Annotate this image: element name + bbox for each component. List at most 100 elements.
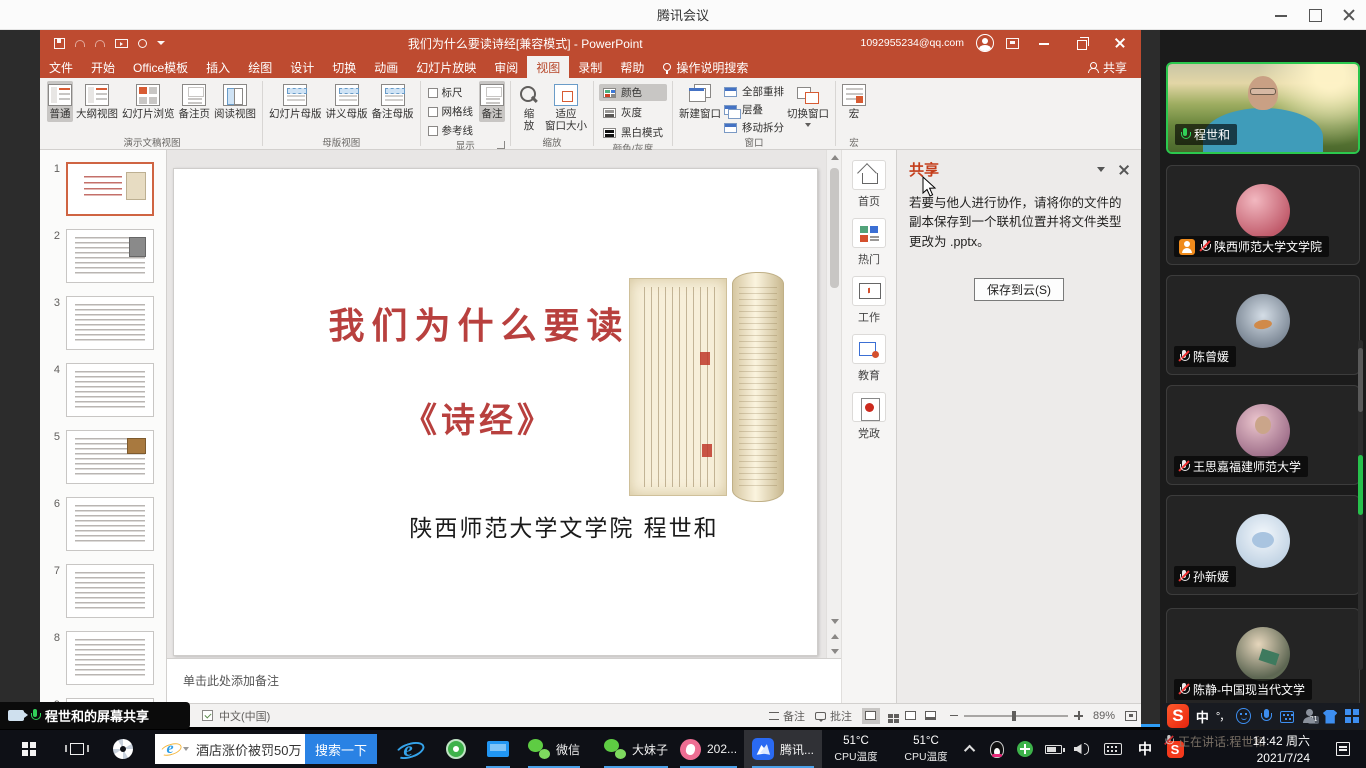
ie-taskbar-button[interactable]: e [388,730,428,768]
thumbnail-row[interactable]: 3 [40,296,166,363]
status-reading-view-button[interactable] [902,708,920,724]
cpu-temp-widget[interactable]: 51°C CPU温度 [822,733,890,765]
guides-checkbox[interactable]: 参考线 [428,123,474,138]
start-slideshow-icon[interactable] [115,39,128,48]
slide-3-thumbnail[interactable] [66,296,154,350]
outline-view-button[interactable]: 大纲视图 [75,81,119,122]
slide-4-thumbnail[interactable] [66,363,154,417]
ribbon-share-button[interactable]: 共享 [1074,56,1141,78]
touch-keyboard-icon[interactable] [1100,730,1126,768]
ppt-restore-icon[interactable] [1069,32,1095,54]
taskbar-clock[interactable]: 14:42 周六 2021/7/24 [1218,733,1310,767]
zoom-slider[interactable] [964,715,1068,717]
handout-master-button[interactable]: 讲义母版 [325,81,369,122]
action-center-button[interactable] [1326,730,1360,768]
dialog-launcher-icon[interactable] [497,141,505,149]
fit-to-window-button[interactable]: 适应 窗口大小 [544,81,588,134]
pink-app-button[interactable]: 202... [672,730,745,768]
tab-review[interactable]: 审阅 [485,56,527,78]
search-headline[interactable]: 酒店涨价被罚50万 [189,740,305,759]
black-white-button[interactable]: 黑白模式 [599,124,667,141]
slide-6-thumbnail[interactable] [66,497,154,551]
spellcheck-icon[interactable] [202,710,213,721]
maximize-icon[interactable] [1298,0,1332,30]
slide-sorter-button[interactable]: 幻灯片浏览 [121,81,176,122]
skin-icon[interactable] [1323,710,1338,724]
taskbar-search-box[interactable]: e 酒店涨价被罚50万 搜索一下 [155,734,377,764]
new-window-button[interactable]: 新建窗口 [678,81,722,122]
qat-dropdown-icon[interactable] [157,41,165,45]
thumbnail-row[interactable]: 2 [40,229,166,296]
macro-button[interactable]: 宏 [841,81,867,122]
status-normal-view-button[interactable] [862,708,880,724]
scrollbar-thumb[interactable] [830,168,839,288]
search-button[interactable]: 搜索一下 [305,734,377,764]
sidebar-item-hot[interactable]: 热门 [852,218,886,267]
arrange-all-button[interactable]: 全部重排 [724,84,784,99]
notes-toggle-button[interactable]: 备注 [479,81,505,122]
previous-slide-icon[interactable] [827,629,842,643]
scroll-up-icon[interactable] [827,150,842,164]
browser-360-button[interactable] [436,730,476,768]
ppt-minimize-icon[interactable] [1031,32,1057,54]
close-icon[interactable] [1332,0,1366,30]
participant-video-tile[interactable]: 陕西师范大学文学院 [1166,165,1360,265]
zoom-slider-thumb[interactable] [1012,711,1016,721]
start-button[interactable] [10,730,48,768]
sidebar-item-home[interactable]: 首页 [852,160,886,209]
switch-windows-button[interactable]: 切换窗口 [786,81,830,129]
soft-keyboard-icon[interactable] [1280,711,1295,723]
slide-7-thumbnail[interactable] [66,564,154,618]
notes-toggle[interactable]: 备注 [769,708,805,724]
sidebar-item-work[interactable]: 工作 [852,276,886,325]
ancient-book-image[interactable] [629,272,784,502]
qq-tray-icon[interactable] [984,730,1010,768]
notes-master-button[interactable]: 备注母版 [371,81,415,122]
ime-indicator[interactable]: 中 [1132,730,1158,768]
save-icon[interactable] [54,38,65,49]
move-split-button[interactable]: 移动拆分 [724,120,784,135]
slide[interactable]: 我们为什么要读 《诗经》 陕西师范大学文学院 程世和 [173,168,818,656]
slide-2-thumbnail[interactable] [66,229,154,283]
participant-video-tile[interactable]: 陈曾媛 [1166,275,1360,375]
sidebar-item-education[interactable]: 教育 [852,334,886,383]
slide-title[interactable]: 我们为什么要读 《诗经》 [304,297,654,442]
sidebar-scrollbar-thumb[interactable] [1358,348,1363,412]
toolbox-icon[interactable] [1344,708,1359,724]
undo-icon[interactable] [75,40,85,47]
sogou-logo-icon[interactable]: S [1167,704,1189,728]
tab-animations[interactable]: 动画 [365,56,407,78]
emoji-icon[interactable] [1236,708,1251,724]
pane-dropdown-icon[interactable] [1097,167,1105,172]
tell-me-search[interactable]: 操作说明搜索 [653,56,758,78]
browser-pinwheel-button[interactable] [103,730,143,768]
participant-video-tile[interactable]: 陈静-中国现当代文学 [1166,608,1360,708]
punctuation-mode[interactable]: °， [1216,708,1229,724]
notes-placeholder[interactable]: 单击此处添加备注 [183,674,279,688]
slide-8-thumbnail[interactable] [66,631,154,685]
tab-insert[interactable]: 插入 [197,56,239,78]
zoom-button[interactable]: 缩 放 [516,81,542,134]
slide-5-thumbnail[interactable] [66,430,154,484]
cascade-button[interactable]: 层叠 [724,102,784,117]
ruler-checkbox[interactable]: 标尺 [428,85,474,100]
tab-record[interactable]: 录制 [569,56,611,78]
next-slide-icon[interactable] [827,644,842,658]
thumbnail-row[interactable]: 8 [40,631,166,698]
health-tray-icon[interactable] [1012,730,1038,768]
power-tray-icon[interactable] [1040,730,1066,768]
account-avatar[interactable] [976,34,994,52]
redo-icon[interactable] [95,40,105,47]
slide-scrollbar[interactable] [826,150,841,658]
tray-expand-button[interactable] [958,730,984,768]
notes-page-button[interactable]: 备注页 [178,81,212,122]
tab-slideshow[interactable]: 幻灯片放映 [407,56,485,78]
tab-help[interactable]: 帮助 [611,56,653,78]
tencent-meeting-button[interactable]: 腾讯... [744,730,822,768]
account-email[interactable]: 1092955234@qq.com [861,37,965,49]
zoom-in-icon[interactable] [1074,711,1083,720]
comments-toggle[interactable]: 批注 [815,708,852,724]
slide-1-thumbnail[interactable] [66,162,154,216]
zoom-level[interactable]: 89% [1093,710,1115,722]
reading-view-button[interactable]: 阅读视图 [213,81,257,122]
